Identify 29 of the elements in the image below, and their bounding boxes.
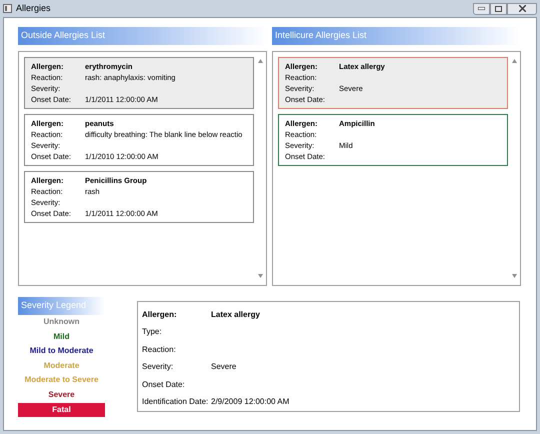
field-label: Identification Date:	[142, 396, 210, 408]
minimize-icon	[478, 7, 485, 10]
field-value: Severe	[211, 361, 236, 374]
field-label: Onset Date:	[142, 378, 186, 391]
maximize-icon	[495, 6, 502, 12]
severity-label: Severe	[47, 388, 76, 401]
scroll-up-icon[interactable]	[512, 59, 516, 63]
severity-label: Mild to Moderate	[28, 345, 94, 358]
scroll-up-icon[interactable]	[258, 59, 262, 63]
close-button[interactable]	[507, 2, 537, 14]
field-label: Type:	[142, 326, 163, 338]
panel-header: Severity Legend	[18, 297, 105, 315]
field-value: Latex allergy	[211, 308, 260, 321]
window-title: Allergies	[16, 2, 51, 15]
app-icon	[3, 4, 12, 13]
close-icon	[518, 5, 526, 12]
severity-label: Moderate to Severe	[24, 374, 100, 386]
field-label: Allergen:	[142, 308, 178, 321]
scroll-down-icon[interactable]	[258, 274, 262, 278]
severity-label: Mild	[52, 330, 70, 343]
field-label: Reaction:	[142, 344, 177, 356]
minimize-button[interactable]	[473, 2, 490, 14]
maximize-button[interactable]	[490, 2, 507, 14]
severity-label: Unknown	[42, 316, 80, 328]
severity-label: Fatal	[18, 403, 105, 417]
field-label: Severity:	[142, 361, 174, 374]
severity-label: Moderate	[42, 360, 80, 372]
scroll-down-icon[interactable]	[512, 274, 516, 278]
field-value: 2/9/2009 12:00:00 AM	[211, 396, 290, 408]
